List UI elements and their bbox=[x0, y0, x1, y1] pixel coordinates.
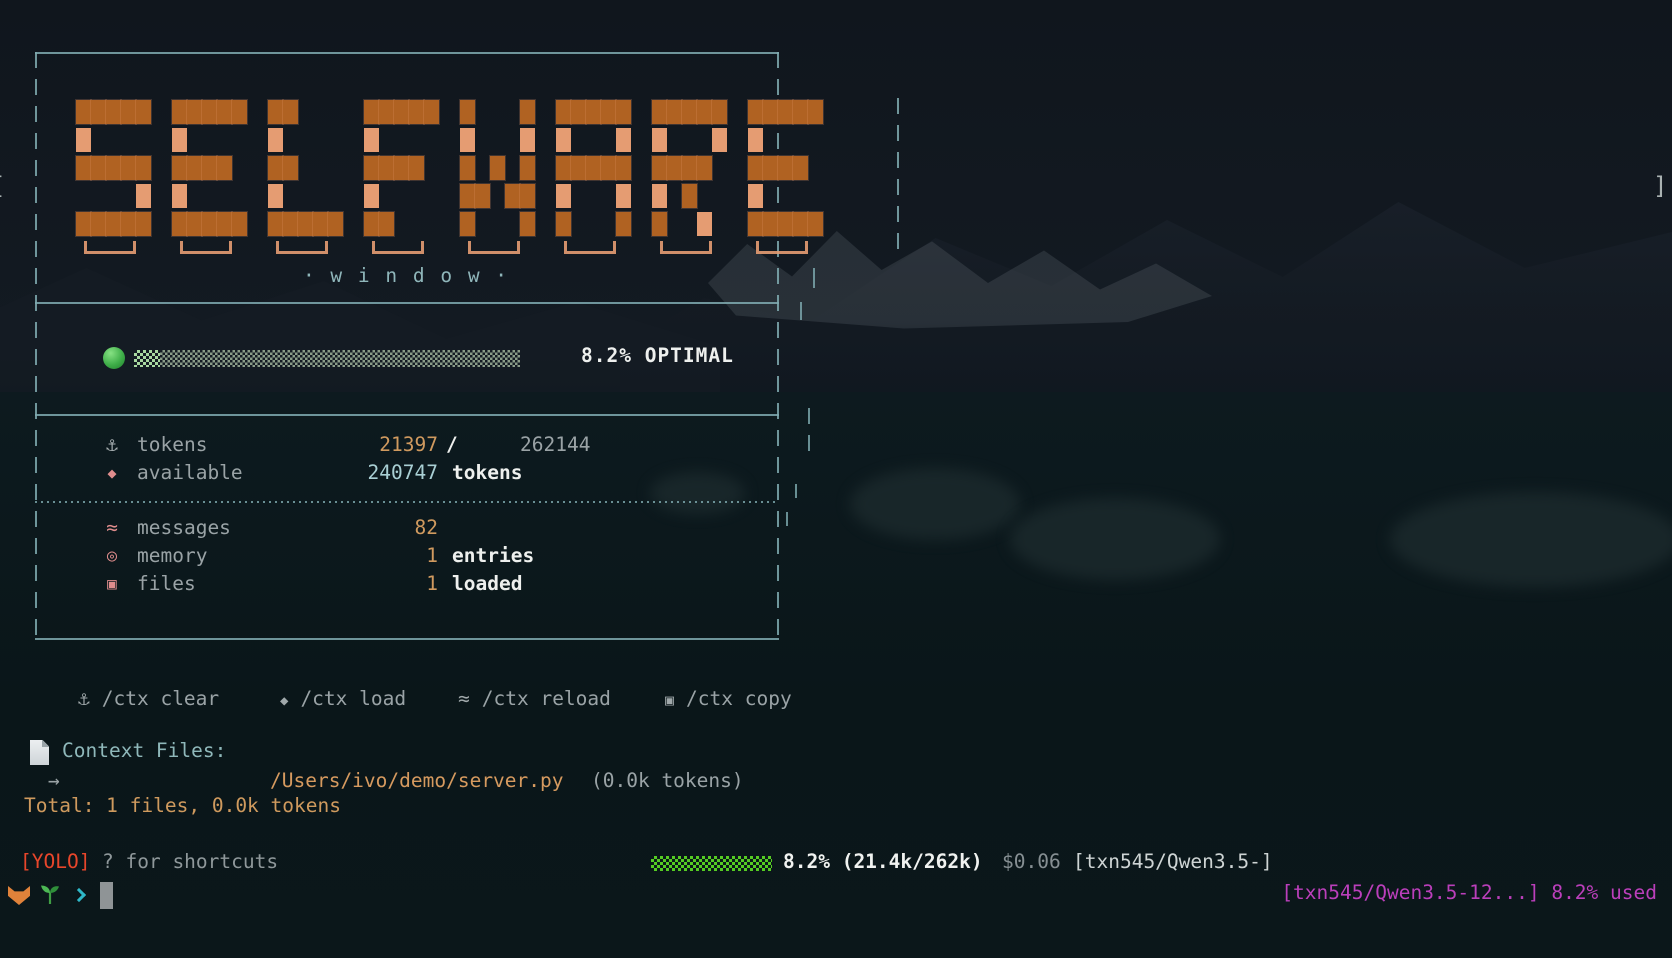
diamond-icon: ◆ bbox=[280, 687, 288, 715]
usage-text: 8.2% (21.4k/262k) bbox=[783, 850, 983, 873]
context-file-row[interactable]: → /Users/ivo/demo/server.py (0.0k tokens… bbox=[0, 767, 900, 795]
messages-value: 82 bbox=[240, 514, 438, 542]
logo-letter bbox=[652, 100, 727, 255]
panel-divider-2 bbox=[35, 414, 779, 416]
command-ctx-reload[interactable]: ≈ /ctx reload bbox=[458, 685, 611, 713]
health-bar-track bbox=[160, 350, 520, 367]
decor-tick bbox=[813, 268, 815, 288]
stats-row-available: ◆ available 240747 tokens bbox=[0, 459, 810, 487]
tokens-value: 21397 bbox=[240, 431, 438, 459]
stats-row-tokens: ⚓ tokens 21397 / 262144 bbox=[0, 431, 810, 459]
command-ctx-load[interactable]: ◆ /ctx load bbox=[280, 685, 406, 713]
logo-letter bbox=[748, 100, 823, 255]
command-ctx-clear[interactable]: ⚓ /ctx clear bbox=[78, 685, 219, 713]
document-icon bbox=[30, 740, 49, 765]
stats-row-memory: ◎ memory 1 entries bbox=[0, 542, 810, 570]
logo-letter bbox=[364, 100, 439, 255]
anchor-icon: ⚓ bbox=[98, 431, 126, 459]
usage-bar bbox=[651, 856, 772, 871]
memory-value: 1 bbox=[240, 542, 438, 570]
command-label: /ctx copy bbox=[686, 687, 792, 710]
tokens-total: 262144 bbox=[520, 431, 590, 459]
rock bbox=[850, 468, 1020, 540]
logo-subtitle: · w i n d o w · bbox=[35, 264, 777, 287]
health-label: 8.2% OPTIMAL bbox=[581, 344, 734, 367]
logo-letter bbox=[460, 100, 535, 255]
target-icon: ◎ bbox=[98, 542, 126, 570]
logo-letter bbox=[556, 100, 631, 255]
box-icon: ▣ bbox=[665, 686, 674, 714]
terminal-window: · w i n d o w · 8.2% OPTIMAL ⚓ tokens 21… bbox=[0, 0, 1672, 958]
status-dot-icon bbox=[103, 347, 125, 369]
rock bbox=[1010, 498, 1220, 580]
files-label: files bbox=[137, 570, 196, 598]
files-value: 1 bbox=[240, 570, 438, 598]
tokens-label: tokens bbox=[137, 431, 207, 459]
context-files-header: Context Files: bbox=[62, 739, 226, 762]
waves-icon: ≈ bbox=[98, 514, 126, 542]
mode-badge: [YOLO] bbox=[20, 850, 90, 873]
memory-label: memory bbox=[137, 542, 207, 570]
prompt-chevron-icon bbox=[72, 888, 86, 902]
command-label: /ctx load bbox=[300, 687, 406, 710]
panel-divider-1 bbox=[35, 302, 779, 304]
right-edge-bracket: ] bbox=[1653, 172, 1667, 200]
diamond-icon: ◆ bbox=[98, 459, 126, 487]
health-bar-fill bbox=[134, 350, 160, 367]
decor-tick bbox=[808, 408, 810, 424]
terminal-cursor[interactable] bbox=[100, 882, 113, 909]
files-suffix: loaded bbox=[452, 570, 522, 598]
model-usage-text: [txn545/Qwen3.5-12...] 8.2% used bbox=[1281, 881, 1657, 904]
decor-tick bbox=[800, 302, 802, 320]
fox-icon bbox=[8, 886, 30, 905]
stats-row-files: ▣ files 1 loaded bbox=[0, 570, 810, 598]
memory-suffix: entries bbox=[452, 542, 534, 570]
panel-border-bottom bbox=[35, 638, 779, 640]
command-label: /ctx clear bbox=[102, 687, 219, 710]
logo-letter bbox=[172, 100, 247, 255]
command-label: /ctx reload bbox=[482, 687, 611, 710]
decor-dash-column bbox=[897, 98, 899, 258]
box-icon: ▣ bbox=[98, 570, 126, 598]
context-file-size: (0.0k tokens) bbox=[591, 767, 744, 795]
arrow-icon: → bbox=[48, 767, 60, 795]
logo-letter bbox=[268, 100, 343, 255]
stats-row-messages: ≈ messages 82 bbox=[0, 514, 810, 542]
logo-letter bbox=[76, 100, 151, 255]
waves-icon: ≈ bbox=[458, 685, 470, 713]
command-ctx-copy[interactable]: ▣ /ctx copy bbox=[665, 685, 792, 713]
tokens-separator: / bbox=[446, 431, 458, 459]
available-value: 240747 bbox=[240, 459, 438, 487]
available-label: available bbox=[137, 459, 243, 487]
available-suffix: tokens bbox=[452, 459, 522, 487]
health-bar bbox=[134, 350, 520, 367]
shortcuts-hint: ? for shortcuts bbox=[102, 850, 278, 873]
cost-text: $0.06 bbox=[1002, 850, 1061, 873]
seedling-icon bbox=[40, 883, 60, 905]
messages-label: messages bbox=[137, 514, 231, 542]
anchor-icon: ⚓ bbox=[78, 685, 90, 713]
panel-border-top bbox=[35, 52, 779, 54]
left-edge-bracket: [ bbox=[0, 172, 5, 200]
context-files-total: Total: 1 files, 0.0k tokens bbox=[24, 794, 341, 817]
rock bbox=[1390, 492, 1672, 587]
model-badge: [txn545/Qwen3.5-] bbox=[1073, 850, 1273, 873]
context-file-path: /Users/ivo/demo/server.py bbox=[270, 767, 564, 795]
panel-divider-dotted bbox=[35, 501, 779, 503]
logo-art bbox=[76, 100, 844, 255]
